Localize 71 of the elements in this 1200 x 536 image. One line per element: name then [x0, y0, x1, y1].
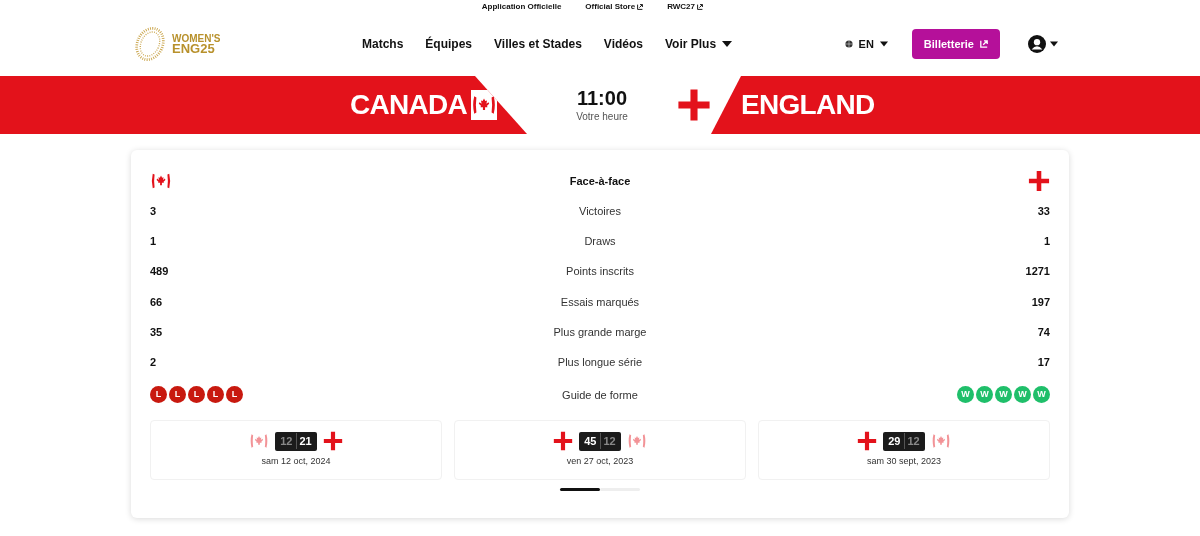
form-result-badge: W — [1033, 386, 1050, 404]
top-link[interactable]: Official Store — [585, 1, 644, 12]
nav-link[interactable]: Voir Plus — [665, 35, 733, 53]
tickets-button[interactable]: Billetterie — [911, 29, 1000, 59]
stat-label: Draws — [584, 234, 616, 250]
match-date: sam 30 sept, 2023 — [866, 455, 942, 469]
section-title: Face-à-face — [569, 173, 631, 189]
language-selector[interactable]: EN — [844, 35, 888, 53]
stat-label: Plus longue série — [557, 355, 643, 371]
form-result-badge: W — [995, 386, 1012, 404]
caret-icon — [1050, 40, 1058, 48]
globe-icon — [844, 40, 853, 48]
form-result-badge: L — [150, 386, 167, 404]
past-match-card[interactable]: 29 12 sam 30 sept, 2023 — [758, 419, 1050, 480]
stat-value: 66 — [150, 294, 163, 310]
team-name: CANADA — [349, 88, 467, 122]
form-result-badge: L — [207, 386, 224, 404]
stat-value: 197 — [1031, 294, 1050, 310]
stat-value: 1 — [150, 234, 157, 250]
match-date: sam 12 oct, 2024 — [261, 455, 331, 469]
time-note: Votre heure — [576, 109, 628, 124]
logo-text: ENG25 — [172, 44, 215, 54]
stat-value: 489 — [150, 264, 169, 280]
stat-value: 3 — [150, 203, 157, 219]
ring-logo-icon — [132, 24, 168, 64]
form-result-badge: L — [188, 386, 205, 404]
form-result-badge: L — [226, 386, 243, 404]
nav-link[interactable]: Matchs — [362, 35, 404, 53]
cross-flag-icon — [1028, 170, 1050, 192]
score: 12 — [277, 432, 297, 450]
top-link[interactable]: RWC27 — [667, 1, 703, 12]
kickoff-time: 11:00 — [576, 86, 628, 109]
stat-value: 2 — [150, 355, 157, 371]
stat-value: 33 — [1037, 203, 1050, 219]
stat-label: Points inscrits — [566, 264, 634, 280]
form-result-badge: L — [169, 386, 186, 404]
stat-label: Victoires — [579, 203, 621, 219]
stat-value: 35 — [150, 325, 163, 341]
team-name: ENGLAND — [741, 88, 875, 122]
external-link-icon — [980, 40, 988, 48]
stat-value: 74 — [1037, 325, 1050, 341]
match-date: ven 27 oct, 2023 — [566, 455, 634, 469]
caret-icon — [879, 40, 888, 48]
cross-flag-icon — [857, 431, 878, 452]
past-match-card[interactable]: 45 12 ven 27 oct, 2023 — [454, 419, 746, 480]
cross-flag-icon — [677, 88, 711, 122]
stat-value: 1 — [1043, 234, 1050, 250]
cross-flag-icon — [553, 431, 574, 452]
score: 29 — [885, 432, 905, 450]
past-match-card[interactable]: 12 21 sam 12 oct, 2024 — [150, 419, 442, 480]
score: 45 — [581, 432, 601, 450]
cross-flag-icon — [322, 431, 343, 452]
user-icon — [1028, 35, 1046, 53]
stat-label: Plus grande marge — [553, 325, 647, 341]
form-result-badge: W — [976, 386, 993, 404]
nav-link[interactable]: Vidéos — [603, 35, 643, 53]
stat-label: Essais marqués — [560, 294, 640, 310]
form-result-badge: W — [1014, 386, 1031, 404]
account-button[interactable] — [1028, 35, 1058, 53]
score: 12 — [602, 433, 617, 449]
form-result-badge: W — [957, 386, 974, 404]
pager-indicator[interactable] — [560, 487, 600, 491]
nav-link[interactable]: Villes et Stades — [494, 35, 582, 53]
nav-link[interactable]: Équipes — [425, 35, 473, 53]
top-link[interactable]: Application Officielle — [481, 1, 562, 12]
stat-value: 1271 — [1025, 264, 1050, 280]
logo-text: WOMEN'S — [172, 34, 221, 44]
score: 21 — [298, 433, 313, 449]
stat-value: 17 — [1037, 355, 1050, 371]
stat-label: Guide de forme — [562, 387, 638, 403]
score: 12 — [906, 433, 921, 449]
